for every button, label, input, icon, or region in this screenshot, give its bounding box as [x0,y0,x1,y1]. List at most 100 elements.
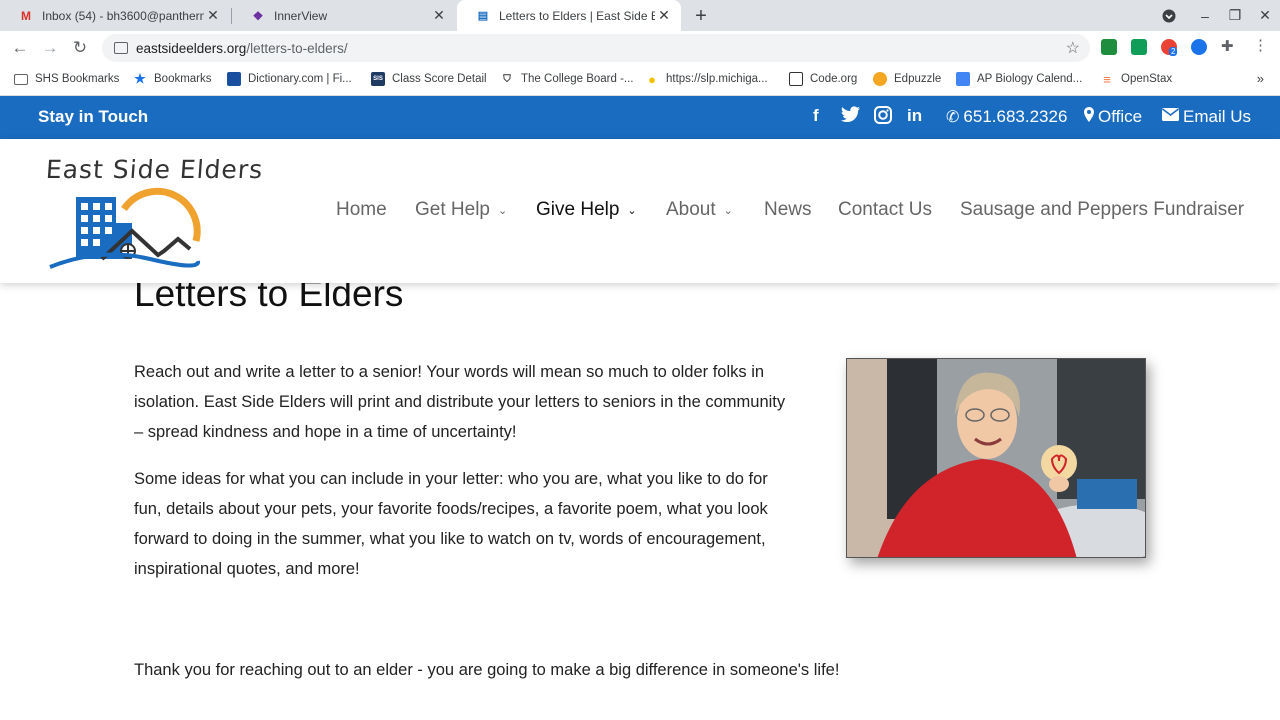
envelope-icon [1162,108,1179,126]
email-link[interactable]: Email Us [1162,107,1251,127]
close-icon[interactable]: ✕ [655,7,673,25]
bookmark-shs[interactable]: SHS Bookmarks [14,65,119,93]
twitter-icon[interactable] [841,106,860,127]
tab-letters-to-elders[interactable]: ▤ Letters to Elders | East Side Elders ✕ [457,0,681,31]
ideas-paragraph: Some ideas for what you can include in y… [134,470,768,578]
facebook-icon[interactable]: f [813,106,819,126]
browser-tab-strip: M Inbox (54) - bh3600@panthernet ✕ ❖ Inn… [0,0,1280,31]
url-text: eastsideelders.org/letters-to-elders/ [136,41,348,56]
nav-label: Give Help [536,199,620,220]
nav-label: News [764,199,812,220]
nav-about[interactable]: About ⌄ [666,199,733,221]
url-path: /letters-to-elders/ [246,40,348,56]
reload-icon[interactable]: ↻ [69,37,91,59]
nav-fundraiser[interactable]: Sausage and Peppers Fundraiser [960,199,1244,221]
bookmark-label: https://slp.michiga... [666,73,768,85]
forward-icon[interactable]: → [39,37,61,59]
browser-toolbar: ← → ↻ eastsideelders.org/letters-to-elde… [0,31,1280,65]
bookmark-slp[interactable]: ● https://slp.michiga... [645,65,768,93]
folder-icon [14,73,28,85]
puzzle-extensions-icon[interactable]: ✚ [1221,37,1237,55]
bookmark-label: AP Biology Calend... [977,73,1083,85]
tab-innerview[interactable]: ❖ InnerView ✕ [232,0,456,31]
bulb-icon: ● [648,71,656,87]
back-icon[interactable]: ← [9,37,31,59]
extension-icon[interactable]: 2 [1161,39,1178,56]
translate-extension-icon[interactable] [1191,39,1207,55]
tab-title: InnerView [274,8,328,23]
site-top-bar: Stay in Touch f in ✆ 651.683.2326 Office … [0,96,1280,139]
bookmark-star-icon[interactable]: ☆ [1066,38,1080,58]
tab-search-icon[interactable] [1154,0,1184,31]
close-window-icon[interactable]: ✕ [1250,0,1280,31]
cast-extension-icon[interactable] [1131,39,1147,55]
phone-icon: ✆ [946,109,960,126]
close-icon[interactable]: ✕ [204,7,222,25]
bookmark-label: Code.org [810,73,858,85]
linkedin-icon[interactable]: in [907,106,922,126]
elder-photo [846,358,1146,558]
innerview-icon: ❖ [252,8,264,23]
office-label: Office [1098,107,1143,126]
nav-label: Contact Us [838,199,932,220]
more-bookmarks-button[interactable]: » [1257,71,1264,86]
gmail-icon: M [21,8,31,23]
bookmark-college-board[interactable]: ⛉ The College Board -... [500,65,633,93]
bookmarks-bar: SHS Bookmarks ★ Bookmarks Dictionary.com … [0,65,1280,96]
nav-contact-us[interactable]: Contact Us [838,199,932,221]
logo-graphic [49,187,201,269]
extension-badge: 2 [1169,47,1178,56]
site-logo[interactable]: East Side Elders [40,151,264,273]
bookmark-label: Class Score Detail [392,73,487,85]
nav-news[interactable]: News [764,199,812,221]
new-tab-button[interactable]: + [690,5,712,27]
elder-photo-illustration [847,359,1145,557]
restore-icon[interactable]: ❐ [1220,0,1250,31]
intro-paragraph: Reach out and write a letter to a senior… [134,363,786,441]
phone-link[interactable]: ✆ 651.683.2326 [946,107,1067,127]
office-link[interactable]: Office [1084,107,1142,127]
chevron-down-icon: ⌄ [723,204,733,217]
bookmark-class-score[interactable]: SIS Class Score Detail [371,65,487,93]
bookmark-openstax[interactable]: ≡ OpenStax [1100,65,1172,93]
tab-inbox[interactable]: M Inbox (54) - bh3600@panthernet ✕ [0,0,230,31]
dictionary-icon [227,72,241,86]
nav-label: Home [336,199,387,220]
bookmark-label: SHS Bookmarks [35,73,120,85]
star-icon: ★ [134,71,146,86]
bookmark-ap-biology[interactable]: AP Biology Calend... [956,65,1082,93]
minimize-icon[interactable]: – [1190,0,1220,31]
stay-in-touch-label: Stay in Touch [38,107,149,126]
chevron-down-icon: ⌄ [627,204,637,217]
nav-label: Get Help [415,199,490,220]
code-org-icon [789,72,803,86]
nav-give-help[interactable]: Give Help ⌄ [536,199,637,221]
instagram-icon[interactable] [874,106,892,129]
edpuzzle-icon [873,72,887,86]
site-info-icon[interactable] [114,42,128,54]
tab-title: Letters to Elders | East Side Elders [499,8,655,23]
classroom-extension-icon[interactable] [1101,39,1117,55]
bookmark-label: OpenStax [1121,73,1173,85]
docs-icon [956,72,970,86]
page-content: Letters to Elders Reach out and write a … [0,273,1280,720]
bookmark-dictionary[interactable]: Dictionary.com | Fi... [227,65,352,93]
nav-label: About [666,199,716,220]
thank-you-paragraph: Thank you for reaching out to an elder -… [134,661,840,679]
tab-title: Inbox (54) - bh3600@panthernet [42,8,204,23]
map-pin-icon [1084,107,1094,127]
openstax-icon: ≡ [1103,71,1111,87]
sis-icon: SIS [371,72,385,86]
nav-home[interactable]: Home [336,199,387,221]
bookmark-bookmarks[interactable]: ★ Bookmarks [133,65,212,93]
bookmark-code-org[interactable]: Code.org [789,65,857,93]
close-icon[interactable]: ✕ [430,7,448,25]
bookmark-label: Bookmarks [154,73,212,85]
address-bar[interactable]: eastsideelders.org/letters-to-elders/ ☆ [102,34,1090,62]
phone-number: 651.683.2326 [963,107,1068,126]
nav-get-help[interactable]: Get Help ⌄ [415,199,507,221]
bookmark-edpuzzle[interactable]: Edpuzzle [873,65,941,93]
chevron-down-icon: ⌄ [497,204,508,217]
menu-icon[interactable]: ⋮ [1253,36,1269,54]
bookmark-label: Edpuzzle [894,73,942,85]
